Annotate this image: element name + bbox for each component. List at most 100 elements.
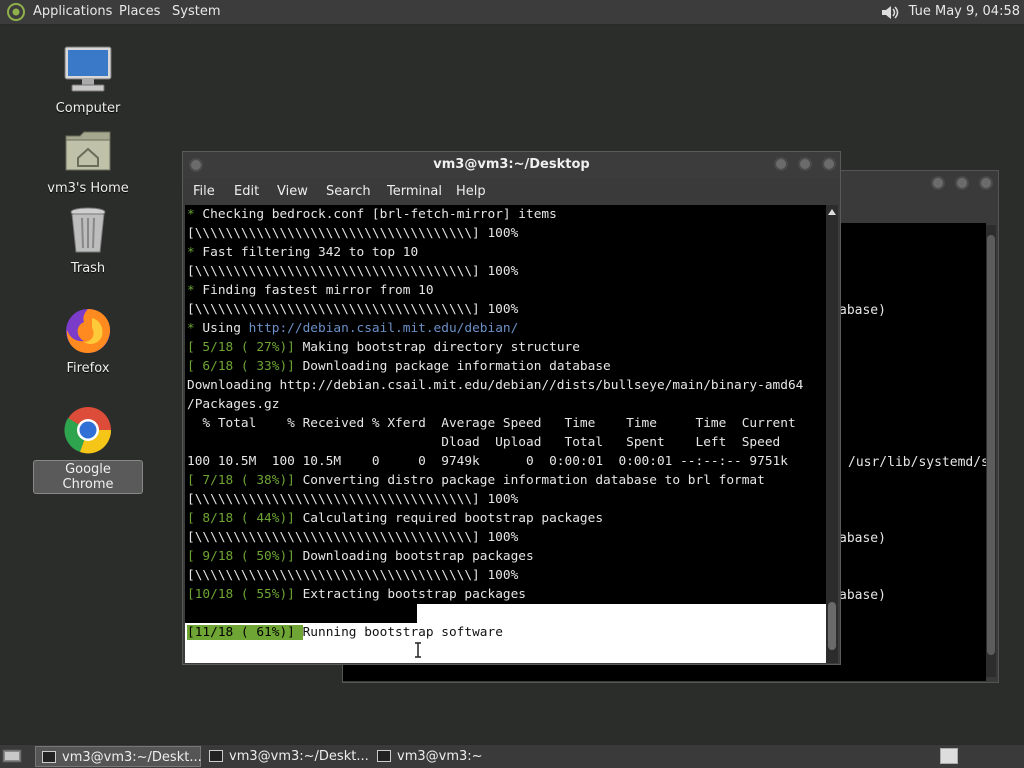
- terminal-icon: [377, 750, 391, 762]
- menu-edit[interactable]: Edit: [234, 184, 259, 199]
- system-menu[interactable]: System: [172, 4, 220, 19]
- terminal-line-text: Converting distro package information da…: [302, 473, 765, 488]
- task-label: vm3@vm3:~/Deskt...: [229, 749, 369, 764]
- close-button[interactable]: [979, 176, 993, 190]
- terminal-icon: [42, 751, 56, 763]
- terminal-line: [\\\\\\\\\\\\\\\\\\\\\\\\\\\\\\\\\\\\] 1…: [187, 300, 518, 319]
- terminal-line: [\\\\\\\\\\\\\\\\\\\\\\\\\\\\\\\\\\\\] 1…: [187, 566, 518, 585]
- menu-file[interactable]: File: [193, 184, 215, 199]
- terminal-line: * Checking bedrock.conf [brl-fetch-mirro…: [187, 205, 557, 224]
- terminal-line-prefix: *: [187, 321, 203, 336]
- window-title: vm3@vm3:~/Desktop: [433, 157, 590, 172]
- terminal-line-prefix: [ 6/18 ( 33%)]: [187, 359, 303, 374]
- places-menu[interactable]: Places: [119, 4, 160, 19]
- desktop-icon-label: Firefox: [66, 361, 110, 376]
- terminal-line-text: Extracting bootstrap packages: [302, 587, 527, 602]
- terminal-line-text: Making bootstrap directory structure: [302, 340, 580, 355]
- terminal-line: Dload Upload Total Spent Left Speed: [187, 433, 780, 452]
- desktop-icon-trash[interactable]: Trash: [33, 204, 143, 277]
- close-button[interactable]: [822, 157, 836, 171]
- mate-logo-icon[interactable]: [6, 3, 26, 21]
- minimize-button[interactable]: [774, 157, 788, 171]
- terminal-window[interactable]: vm3@vm3:~/Desktop File Edit View Search …: [182, 151, 841, 665]
- maximize-button[interactable]: [798, 157, 812, 171]
- minimize-button[interactable]: [931, 176, 945, 190]
- menu-help[interactable]: Help: [456, 184, 486, 199]
- terminal-line: /usr/lib/systemd/s: [848, 455, 989, 470]
- desktop-icon-computer[interactable]: Computer: [33, 44, 143, 117]
- terminal-line-text: Finding fastest mirror from 10: [202, 283, 434, 298]
- terminal-line-prefix: *: [187, 207, 203, 222]
- terminal-line-prefix: *: [187, 245, 203, 260]
- terminal-line-text: % Total % Received % Xferd Average Speed…: [187, 416, 796, 431]
- terminal-line: [ 8/18 ( 44%)] Calculating required boot…: [187, 509, 603, 528]
- scrollbar-thumb[interactable]: [828, 602, 836, 650]
- menu-search[interactable]: Search: [326, 184, 371, 199]
- terminal-screen[interactable]: * Checking bedrock.conf [brl-fetch-mirro…: [185, 205, 826, 663]
- terminal-line: * Fast filtering 342 to top 10: [187, 243, 418, 262]
- terminal-line-text: Running bootstrap software: [302, 625, 503, 640]
- terminal-line-prefix: [ 7/18 ( 38%)]: [187, 473, 303, 488]
- terminal-line-text: Downloading bootstrap packages: [302, 549, 534, 564]
- terminal-line-text: Fast filtering 342 to top 10: [202, 245, 419, 260]
- task-label: vm3@vm3:~: [397, 749, 483, 764]
- show-desktop-icon[interactable]: [2, 748, 22, 764]
- applications-menu[interactable]: Applications: [33, 4, 112, 19]
- terminal-line: [\\\\\\\\\\\\\\\\\\\\\\\\\\\\\\\\\\\\] 1…: [187, 490, 518, 509]
- terminal-link[interactable]: http://debian.csail.mit.edu/debian/: [249, 321, 519, 336]
- taskbar-task-terminal-3[interactable]: vm3@vm3:~: [371, 746, 537, 767]
- taskbar-task-terminal-2[interactable]: vm3@vm3:~/Deskt...: [203, 746, 369, 767]
- volume-icon[interactable]: [880, 3, 902, 22]
- maximize-button[interactable]: [955, 176, 969, 190]
- menu-terminal[interactable]: Terminal: [387, 184, 442, 199]
- taskbar-task-terminal-1[interactable]: vm3@vm3:~/Deskt...: [35, 746, 202, 767]
- desktop-icon-firefox[interactable]: Firefox: [33, 304, 143, 377]
- terminal-line: abase): [839, 588, 886, 603]
- terminal-line: [\\\\\\\\\\\\\\\\\\\\\\\\\\\\\\\\\\\\] 1…: [187, 224, 518, 243]
- scrollbar-thumb[interactable]: [987, 235, 995, 655]
- terminal-line-text: [\\\\\\\\\\\\\\\\\\\\\\\\\\\\\\\\\\\\] 1…: [187, 530, 519, 545]
- taskbar: vm3@vm3:~/Deskt... vm3@vm3:~/Deskt... vm…: [0, 744, 1024, 768]
- terminal-line-text: [\\\\\\\\\\\\\\\\\\\\\\\\\\\\\\\\\\\\] 1…: [187, 264, 519, 279]
- desktop-icon-google-chrome[interactable]: Google Chrome: [33, 404, 143, 494]
- title-bar[interactable]: vm3@vm3:~/Desktop: [183, 152, 840, 179]
- terminal-line-prefix: [ 9/18 ( 50%)]: [187, 549, 303, 564]
- terminal-line-text: Calculating required bootstrap packages: [302, 511, 604, 526]
- terminal-line: [\\\\\\\\\\\\\\\\\\\\\\\\\\\\\\\\\\\\] 1…: [187, 262, 518, 281]
- terminal-line: [\\\\\\\\\\\\\\\\\\\\\\\\\\\\\\\\\\\\] 1…: [187, 528, 518, 547]
- terminal-line-text: [\\\\\\\\\\\\\\\\\\\\\\\\\\\\\\\\\\\\] 1…: [187, 302, 519, 317]
- terminal-line-prefix: *: [187, 283, 203, 298]
- text-cursor-icon: [415, 642, 421, 658]
- menu-view[interactable]: View: [277, 184, 308, 199]
- terminal-line-text: Downloading http://debian.csail.mit.edu/…: [187, 378, 804, 393]
- desktop-icon-label: Trash: [70, 261, 106, 276]
- terminal-line-prefix: [ 5/18 ( 27%)]: [187, 340, 303, 355]
- terminal-line: [\\\\\\\\\\\\\\\\\\\\\\\\\\\\\\\\\\\\] 1…: [187, 604, 519, 623]
- top-panel: Applications Places System Tue May 9, 04…: [0, 0, 1024, 25]
- terminal-line: % Total % Received % Xferd Average Speed…: [187, 414, 796, 433]
- terminal-line-text: [\\\\\\\\\\\\\\\\\\\\\\\\\\\\\\\\\\\\] 1…: [187, 492, 519, 507]
- computer-icon: [62, 44, 114, 96]
- scrollbar[interactable]: [986, 225, 996, 677]
- terminal-line-text: Using: [202, 321, 249, 336]
- scrollbar[interactable]: [826, 205, 838, 663]
- terminal-line-text: /Packages.gz: [187, 397, 280, 412]
- terminal-line: [10/18 ( 55%)] Extracting bootstrap pack…: [187, 585, 526, 604]
- desktop-icon-label: Computer: [55, 101, 121, 116]
- terminal-line: * Finding fastest mirror from 10: [187, 281, 434, 300]
- terminal-line-text: [\\\\\\\\\\\\\\\\\\\\\\\\\\\\\\\\\\\\] 1…: [187, 568, 519, 583]
- scroll-up-arrow-icon[interactable]: [828, 209, 836, 215]
- terminal-line: abase): [839, 531, 886, 546]
- terminal-line: [11/18 ( 61%)] Running bootstrap softwar…: [187, 623, 503, 642]
- terminal-line: [ 9/18 ( 50%)] Downloading bootstrap pac…: [187, 547, 534, 566]
- terminal-line-prefix: [10/18 ( 55%)]: [187, 587, 303, 602]
- terminal-line: abase): [839, 303, 886, 318]
- desktop-icon-label: vm3's Home: [47, 181, 129, 196]
- clock[interactable]: Tue May 9, 04:58: [909, 4, 1020, 19]
- terminal-line-text: 100 10.5M 100 10.5M 0 0 9749k 0 0:00:01 …: [187, 454, 788, 469]
- terminal-line-text: [\\\\\\\\\\\\\\\\\\\\\\\\\\\\\\\\\\\\] 1…: [187, 226, 519, 241]
- workspace-switcher[interactable]: [940, 748, 958, 764]
- terminal-line: 100 10.5M 100 10.5M 0 0 9749k 0 0:00:01 …: [187, 452, 788, 471]
- desktop-icon-home[interactable]: vm3's Home: [33, 124, 143, 197]
- desktop-icon-label: Google Chrome: [33, 460, 143, 494]
